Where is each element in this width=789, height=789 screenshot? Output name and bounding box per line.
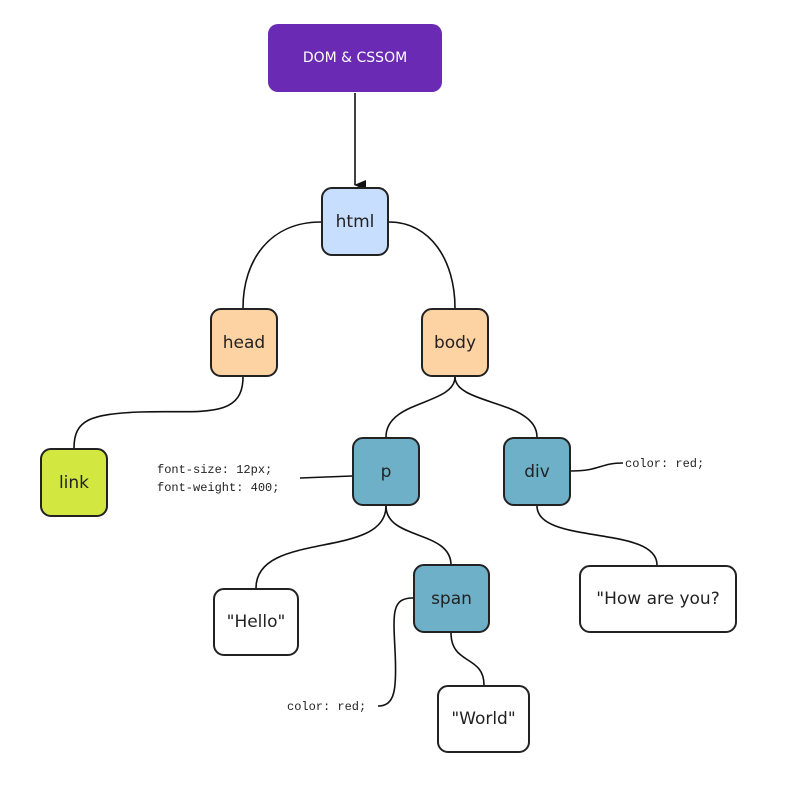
edge-p-note [299, 475, 353, 479]
edge-body-p [385, 376, 456, 438]
edge-span-world [450, 632, 485, 686]
edge-head-link [73, 376, 244, 449]
edges-layer [73, 93, 658, 707]
edge-p-hello [255, 505, 387, 589]
edge-span-note [377, 597, 414, 707]
span-style-note: color: red; [287, 700, 367, 714]
node-text-how-are-you[interactable]: "How are you? [579, 565, 737, 633]
node-span[interactable]: span [413, 564, 490, 633]
div-style-note: color: red; [625, 457, 705, 471]
node-body[interactable]: body [421, 308, 489, 377]
title-node[interactable]: DOM & CSSOM [268, 24, 442, 92]
node-link[interactable]: link [40, 448, 108, 517]
edge-html-head [242, 221, 322, 309]
p-style-note: font-size: 12px; font-weight: 400; [157, 463, 280, 495]
node-p[interactable]: p [352, 437, 420, 506]
node-text-hello[interactable]: "Hello" [213, 588, 299, 656]
node-html[interactable]: html [321, 187, 389, 256]
edge-p-span [385, 505, 452, 566]
edge-div-note [570, 462, 624, 472]
diagram-canvas: DOM & CSSOM html head body link p div sp… [0, 0, 789, 789]
edge-body-div [454, 376, 538, 438]
edge-html-body [388, 221, 456, 309]
edge-div-howareyou [536, 505, 658, 566]
node-text-world[interactable]: "World" [437, 685, 530, 753]
node-head[interactable]: head [210, 308, 278, 377]
node-div[interactable]: div [503, 437, 571, 506]
